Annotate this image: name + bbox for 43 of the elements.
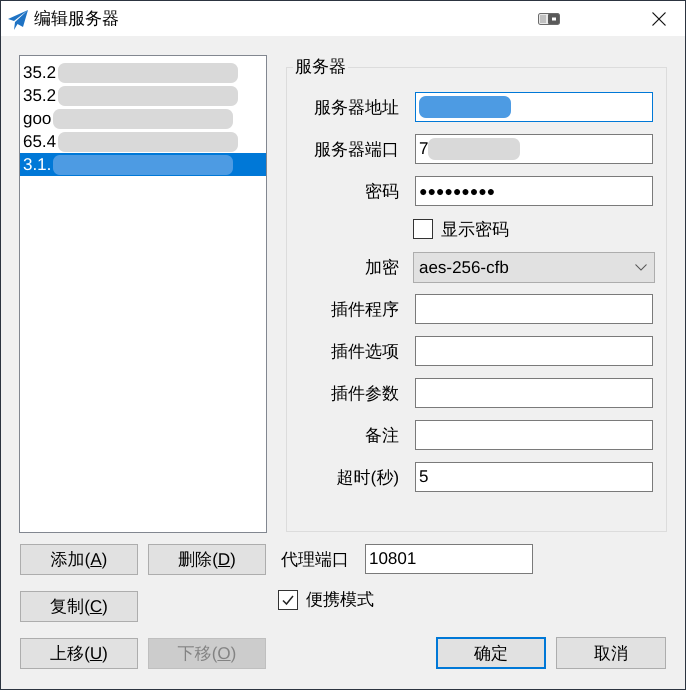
checkbox[interactable]	[278, 590, 298, 610]
chevron-down-icon	[635, 264, 647, 271]
dialog-button[interactable]: 取消	[556, 637, 666, 669]
close-button[interactable]	[652, 12, 666, 26]
text-field[interactable]: 7	[415, 134, 653, 164]
field-label: 备注	[364, 424, 399, 446]
text-field[interactable]: 5	[415, 462, 653, 492]
list-action-button[interactable]: 添加(A)	[20, 544, 138, 575]
text-field[interactable]	[415, 420, 653, 450]
window-title: 编辑服务器	[34, 8, 119, 30]
field-label: 插件参数	[330, 382, 399, 404]
server-list-item[interactable]: 3.1.	[20, 153, 266, 176]
password-field[interactable]: ●●●●●●●●●	[415, 176, 653, 206]
checkbox-label[interactable]: 显示密码	[441, 218, 509, 240]
list-action-button[interactable]: 上移(U)	[20, 638, 138, 669]
switch-icon[interactable]	[538, 12, 560, 24]
server-list-item[interactable]: 35.2	[20, 84, 266, 107]
text-field[interactable]	[415, 378, 653, 408]
checkmark-icon	[281, 592, 295, 606]
checkbox-label[interactable]: 便携模式	[306, 588, 374, 611]
checkbox[interactable]	[413, 219, 433, 239]
encryption-dropdown[interactable]: aes-256-cfb	[413, 252, 655, 283]
field-label: 密码	[364, 180, 399, 202]
field-label: 代理端口	[281, 548, 349, 570]
close-icon	[652, 12, 666, 26]
server-list-item[interactable]: 35.2	[20, 61, 266, 84]
text-field[interactable]	[415, 294, 653, 324]
text-field[interactable]: 10801	[365, 544, 533, 574]
group-title: 服务器	[294, 57, 347, 77]
field-label: 加密	[364, 257, 399, 279]
server-list-item[interactable]: 65.4	[20, 130, 266, 153]
field-label: 服务器地址	[313, 96, 399, 118]
list-action-button[interactable]: 复制(C)	[20, 591, 138, 622]
paper-plane-icon	[8, 10, 28, 30]
field-label: 服务器端口	[313, 138, 399, 160]
field-label: 插件选项	[330, 340, 399, 362]
field-label: 超时(秒)	[336, 466, 399, 488]
server-list-item[interactable]: goo	[20, 107, 266, 130]
text-field[interactable]	[415, 336, 653, 366]
field-label: 插件程序	[330, 298, 399, 320]
dialog-button[interactable]: 确定	[436, 637, 546, 669]
text-field[interactable]	[415, 92, 653, 122]
list-action-button[interactable]: 删除(D)	[148, 544, 266, 575]
